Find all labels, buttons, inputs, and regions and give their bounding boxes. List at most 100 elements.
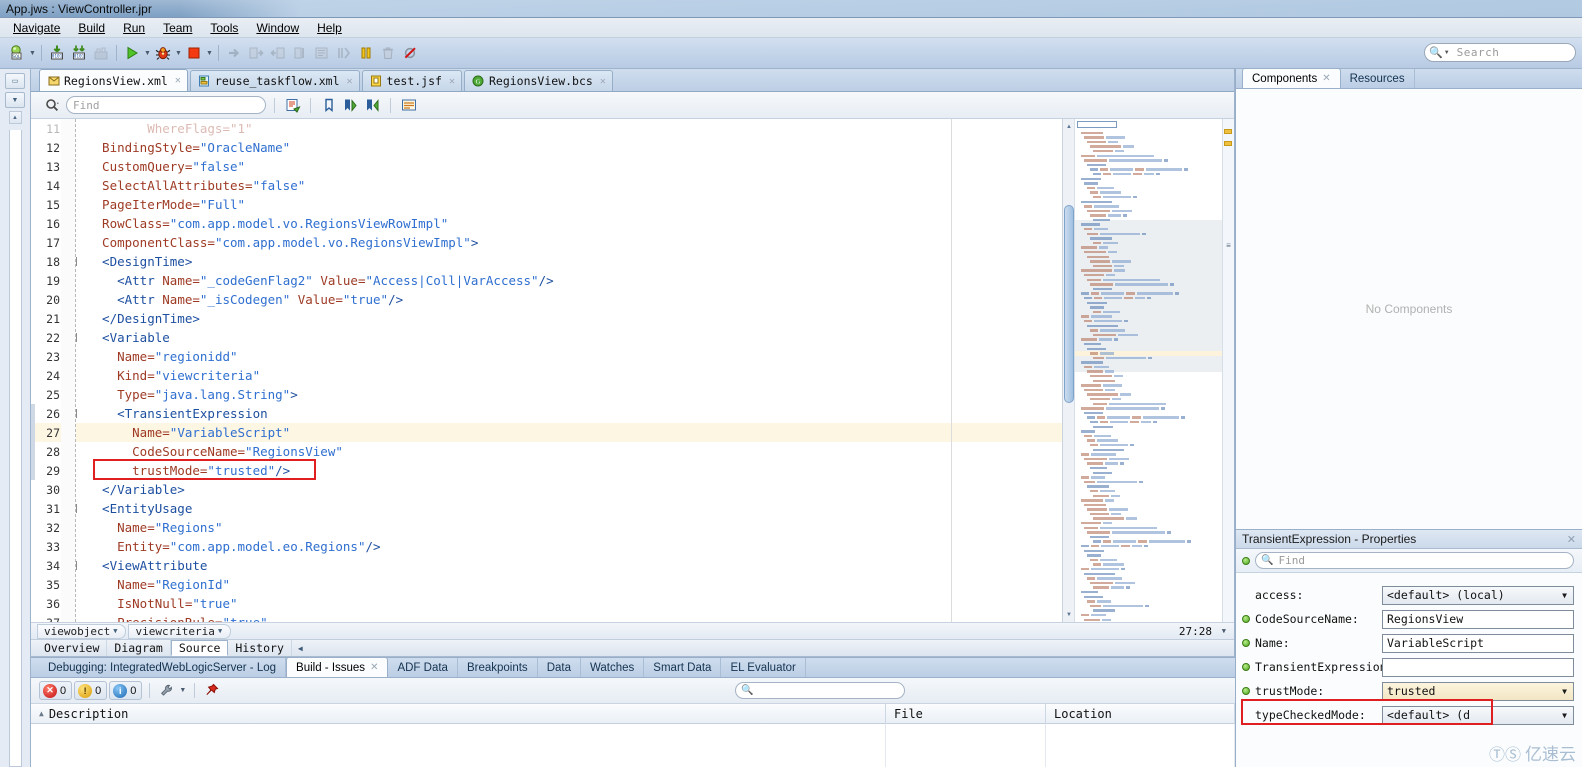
wrench-icon[interactable] — [157, 681, 176, 700]
chevron-down-icon[interactable]: ▼ — [1556, 683, 1573, 700]
next-bookmark-icon[interactable] — [341, 96, 360, 115]
disable-breakpoints-icon[interactable] — [400, 43, 420, 63]
error-count-chip[interactable]: ✕ 0 — [39, 681, 73, 700]
minimap-scrollbar-thumb[interactable] — [1064, 205, 1074, 403]
dropdown-caret-icon[interactable]: ▼ — [178, 681, 187, 701]
rebuild-icon[interactable]: 0101 — [69, 43, 89, 63]
breadcrumb-viewobject[interactable]: viewobject ▼ — [37, 623, 127, 639]
fold-gutter[interactable]: - — [65, 504, 79, 513]
issues-table-body[interactable] — [31, 724, 1235, 767]
editor-tab-regionsview-xml[interactable]: RegionsView.xml ✕ — [39, 69, 188, 91]
menu-team[interactable]: Team — [154, 19, 201, 37]
chevron-down-icon[interactable]: ▼ — [1556, 707, 1573, 724]
close-icon[interactable]: ✕ — [347, 76, 353, 87]
dropdown-caret-icon[interactable]: ▼ — [174, 43, 183, 63]
warning-count-chip[interactable]: ! 0 — [74, 681, 108, 700]
dropdown-caret-icon[interactable]: ▼ — [28, 43, 37, 63]
breadcrumb-viewcriteria[interactable]: viewcriteria ▼ — [128, 623, 232, 639]
search-dropdown-icon[interactable] — [41, 98, 63, 112]
code-editor[interactable]: 11 WhereFlags="1" 12 BindingStyle="Oracle… — [31, 119, 1062, 622]
collapse-fold-icon[interactable]: - — [67, 409, 77, 418]
tab-overview[interactable]: Overview — [37, 640, 108, 656]
collapse-fold-icon[interactable]: - — [67, 561, 77, 570]
close-icon[interactable]: ✕ — [449, 76, 455, 87]
dock-tab-watches[interactable]: Watches — [581, 658, 645, 677]
dock-tab-adf-data[interactable]: ADF Data — [388, 658, 458, 677]
menu-run[interactable]: Run — [114, 19, 154, 37]
fold-gutter[interactable]: - — [65, 257, 79, 266]
property-value-transientexpression[interactable] — [1382, 657, 1574, 677]
prev-bookmark-icon[interactable] — [363, 96, 382, 115]
editor-tab-regionsview-bcs[interactable]: G RegionsView.bcs ✕ — [463, 70, 613, 91]
properties-find-input[interactable]: 🔍 Find — [1255, 552, 1574, 569]
property-value-codesourcename[interactable]: RegionsView — [1382, 609, 1574, 629]
pin-icon[interactable] — [202, 681, 221, 700]
property-value-trustmode[interactable]: trusted ▼ — [1382, 681, 1574, 701]
dock-tab-components[interactable]: Components ✕ — [1242, 68, 1341, 88]
run-icon[interactable] — [122, 43, 142, 63]
column-header-description[interactable]: ▲ Description — [31, 703, 886, 724]
property-value-access[interactable]: <default> (local) ▼ — [1382, 585, 1574, 605]
menu-window[interactable]: Window — [247, 19, 308, 37]
dock-tab-data[interactable]: Data — [538, 658, 581, 677]
toggle-highlight-icon[interactable] — [283, 96, 302, 115]
dock-tab-smart-data[interactable]: Smart Data — [644, 658, 722, 677]
dock-tab-build-issues[interactable]: Build - Issues ✕ — [286, 657, 389, 677]
chevron-down-icon[interactable]: ▼ — [218, 627, 222, 635]
dropdown-caret-icon[interactable]: ▼ — [205, 43, 214, 63]
stop-icon[interactable] — [184, 43, 204, 63]
search-dropdown-caret-icon[interactable]: ▼ — [1444, 50, 1450, 56]
menu-tools[interactable]: Tools — [201, 19, 247, 37]
scroll-left-icon[interactable]: ◀ — [298, 644, 303, 653]
dock-tab-resources[interactable]: Resources — [1341, 69, 1415, 88]
bookmark-icon[interactable] — [319, 96, 338, 115]
debug-icon[interactable] — [153, 43, 173, 63]
minimap-resize-handle[interactable]: ≡ — [1224, 241, 1233, 250]
collapse-fold-icon[interactable]: - — [67, 333, 77, 342]
fold-gutter[interactable]: - — [65, 409, 79, 418]
close-icon[interactable]: ✕ — [1322, 73, 1330, 84]
close-icon[interactable]: ✕ — [175, 75, 181, 86]
menu-navigate[interactable]: Navigate — [4, 19, 69, 37]
editor-tab-test-jsf[interactable]: test.jsf ✕ — [361, 70, 462, 91]
info-count-chip[interactable]: i 0 — [109, 681, 143, 700]
chevron-down-icon[interactable]: ▼ — [113, 627, 117, 635]
editor-tab-reuse-taskflow-xml[interactable]: reuse_taskflow.xml ✕ — [189, 70, 360, 91]
dock-tab-debugging-log[interactable]: Debugging: IntegratedWebLogicServer - Lo… — [39, 658, 287, 677]
property-value-name[interactable]: VariableScript — [1382, 633, 1574, 653]
column-header-location[interactable]: Location — [1046, 703, 1235, 724]
dock-tab-breakpoints[interactable]: Breakpoints — [458, 658, 538, 677]
collapse-fold-icon[interactable]: - — [67, 504, 77, 513]
code-minimap[interactable]: ▲ ▼ ≡ — [1062, 119, 1234, 622]
dock-tab-el-evaluator[interactable]: EL Evaluator — [721, 658, 806, 677]
close-icon[interactable]: ✕ — [600, 76, 606, 87]
menu-build[interactable]: Build — [69, 19, 114, 37]
dropdown-caret-icon[interactable]: ▼ — [143, 43, 152, 63]
toggle-ruler-icon[interactable] — [399, 96, 418, 115]
minimap-marker[interactable] — [1224, 141, 1232, 146]
chevron-down-icon[interactable]: ▼ — [1556, 587, 1573, 604]
tab-diagram[interactable]: Diagram — [107, 640, 171, 656]
tab-source[interactable]: Source — [170, 640, 229, 656]
sql-console-icon[interactable]: SQL — [7, 43, 27, 63]
editor-find-input[interactable]: Find — [66, 96, 266, 114]
chevron-down-icon[interactable]: ▼ — [1222, 627, 1226, 635]
column-header-file[interactable]: File — [886, 703, 1046, 724]
close-icon[interactable]: ✕ — [370, 662, 378, 673]
global-search-box[interactable]: 🔍 ▼ Search — [1424, 43, 1576, 62]
fold-gutter[interactable]: - — [65, 333, 79, 342]
collapse-fold-icon[interactable]: - — [67, 257, 77, 266]
menu-help[interactable]: Help — [308, 19, 351, 37]
expand-panel-icon[interactable]: ▼ — [5, 92, 25, 108]
restore-panel-icon[interactable]: ▭ — [5, 73, 25, 89]
close-icon[interactable]: ✕ — [1567, 533, 1576, 546]
minimap-marker[interactable] — [1224, 129, 1232, 134]
scroll-up-icon[interactable]: ▲ — [1064, 121, 1074, 132]
property-value-typecheckedmode[interactable]: <default> (d ▼ — [1382, 705, 1574, 725]
scroll-up-icon[interactable]: ▲ — [8, 111, 22, 124]
make-icon[interactable]: 0101 — [47, 43, 67, 63]
rail-scrollbar[interactable] — [8, 130, 22, 767]
pause-icon[interactable] — [356, 43, 376, 63]
scroll-down-icon[interactable]: ▼ — [1064, 609, 1074, 620]
issues-search-input[interactable]: 🔍 — [735, 682, 905, 699]
